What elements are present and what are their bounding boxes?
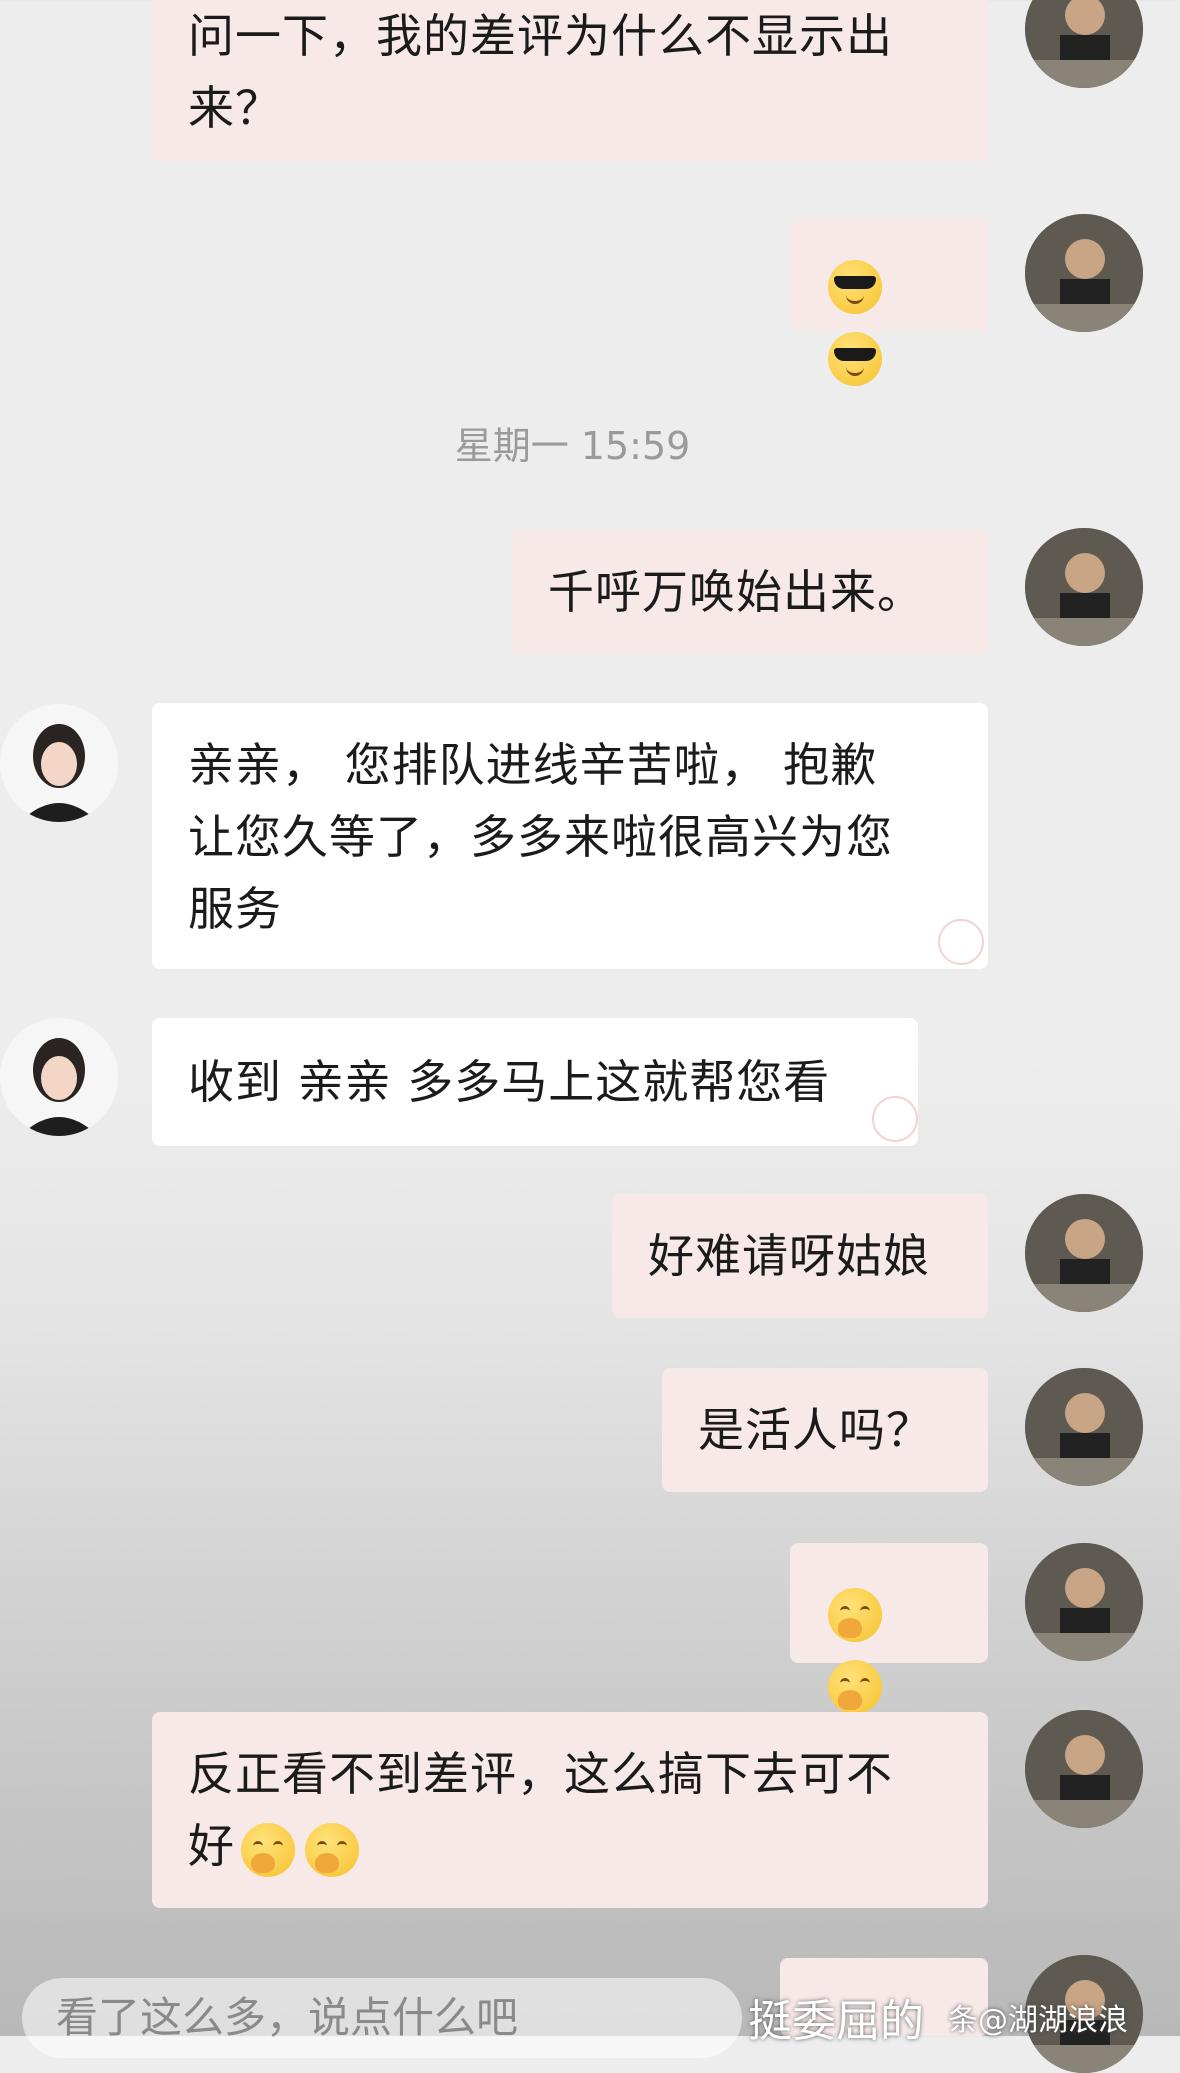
overlay-caption: 挺委屈的 bbox=[748, 1996, 924, 2047]
agent-message-bubble: 收到 亲亲 多多马上这就帮您看 bbox=[152, 1018, 918, 1146]
message-text-line: 反正看不到差评，这么搞下去可不 bbox=[188, 1747, 893, 1801]
my-message-bubble: 千呼万唤始出来。 bbox=[512, 530, 988, 654]
stamp-icon bbox=[872, 1096, 918, 1142]
message-text-line: 好 bbox=[188, 1810, 952, 1882]
message-text-line: 好难请呀姑娘 bbox=[648, 1229, 930, 1283]
my-avatar[interactable] bbox=[1025, 1543, 1143, 1661]
my-message-bubble: 好难请呀姑娘 bbox=[612, 1194, 988, 1318]
message-text-line: 来？ bbox=[188, 81, 282, 135]
stamp-icon bbox=[938, 919, 984, 965]
my-message-bubble: 是活人吗？ bbox=[662, 1368, 988, 1492]
my-emoji-bubble bbox=[790, 217, 988, 386]
message-text-line: 服务 bbox=[188, 882, 282, 936]
cool-face-icon bbox=[828, 259, 882, 314]
message-text-line: 是活人吗？ bbox=[698, 1403, 933, 1457]
agent-message-bubble: 亲亲， 您排队进线辛苦啦， 抱歉 让您久等了，多多来啦很高兴为您 服务 bbox=[152, 703, 988, 969]
my-message-bubble: 反正看不到差评，这么搞下去可不 好 bbox=[152, 1712, 988, 1908]
my-emoji-bubble bbox=[790, 1543, 988, 1714]
cool-face-icon bbox=[828, 331, 882, 386]
my-avatar[interactable] bbox=[1025, 1194, 1143, 1312]
agent-avatar[interactable] bbox=[0, 1018, 118, 1136]
my-avatar[interactable] bbox=[1025, 0, 1143, 88]
my-message-bubble: 问一下，我的差评为什么不显示出 来？ bbox=[152, 0, 988, 162]
hand-over-mouth-icon bbox=[305, 1822, 359, 1877]
message-text-line: 亲亲， 您排队进线辛苦啦， 抱歉 bbox=[188, 738, 878, 792]
hand-over-mouth-icon bbox=[828, 1659, 882, 1714]
message-text-line: 问一下，我的差评为什么不显示出 bbox=[188, 9, 893, 63]
agent-avatar[interactable] bbox=[0, 704, 118, 822]
my-avatar[interactable] bbox=[1025, 1710, 1143, 1828]
message-text-line: 收到 亲亲 多多马上这就帮您看 bbox=[188, 1055, 831, 1109]
watermark: 条@湖湖浪浪 bbox=[948, 2003, 1128, 2038]
my-avatar[interactable] bbox=[1025, 528, 1143, 646]
message-timestamp: 星期一 15:59 bbox=[454, 424, 691, 468]
my-avatar[interactable] bbox=[1025, 1368, 1143, 1486]
message-text-line: 千呼万唤始出来。 bbox=[548, 565, 924, 619]
my-avatar[interactable] bbox=[1025, 214, 1143, 332]
comment-input[interactable]: 看了这么多，说点什么吧 bbox=[22, 1978, 742, 2058]
hand-over-mouth-icon bbox=[241, 1822, 295, 1877]
message-text-line: 让您久等了，多多来啦很高兴为您 bbox=[188, 810, 893, 864]
hand-over-mouth-icon bbox=[828, 1587, 882, 1642]
